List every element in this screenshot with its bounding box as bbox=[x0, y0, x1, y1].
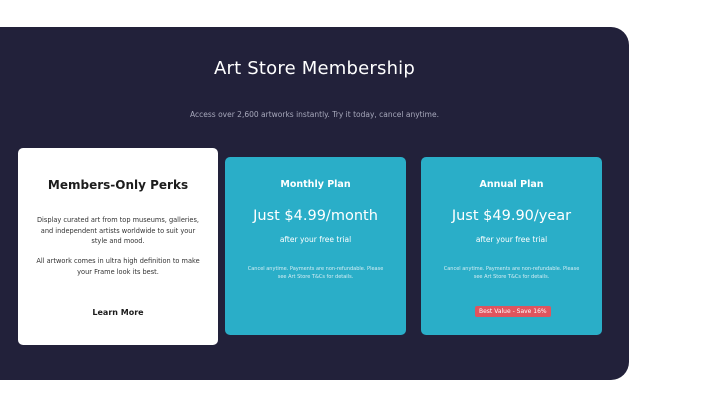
best-value-badge: Best Value - Save 16% bbox=[475, 306, 551, 317]
members-perks-card: Members-Only Perks Display curated art f… bbox=[18, 148, 218, 345]
plan-name: Annual Plan bbox=[479, 179, 544, 190]
plan-trial-note: after your free trial bbox=[279, 235, 352, 244]
annual-plan-card[interactable]: Annual Plan Just $49.90/year after your … bbox=[421, 157, 602, 335]
plan-price: Just $4.99/month bbox=[253, 208, 378, 224]
plan-fine-print: Cancel anytime. Payments are non-refunda… bbox=[247, 266, 384, 280]
plan-trial-note: after your free trial bbox=[475, 235, 548, 244]
plan-fine-print: Cancel anytime. Payments are non-refunda… bbox=[443, 266, 580, 280]
plan-name: Monthly Plan bbox=[280, 179, 351, 190]
monthly-plan-card[interactable]: Monthly Plan Just $4.99/month after your… bbox=[225, 157, 406, 335]
membership-screen: Art Store Membership Access over 2,600 a… bbox=[0, 27, 629, 380]
perks-heading: Members-Only Perks bbox=[47, 178, 189, 192]
plan-price: Just $49.90/year bbox=[451, 208, 572, 224]
page-subtitle: Access over 2,600 artworks instantly. Tr… bbox=[190, 110, 439, 119]
learn-more-button[interactable]: Learn More bbox=[18, 308, 218, 317]
perks-description-uhd: All artwork comes in ultra high definiti… bbox=[36, 257, 200, 276]
perks-description: Display curated art from top museums, ga… bbox=[36, 216, 200, 245]
page-title: Art Store Membership bbox=[213, 58, 416, 79]
